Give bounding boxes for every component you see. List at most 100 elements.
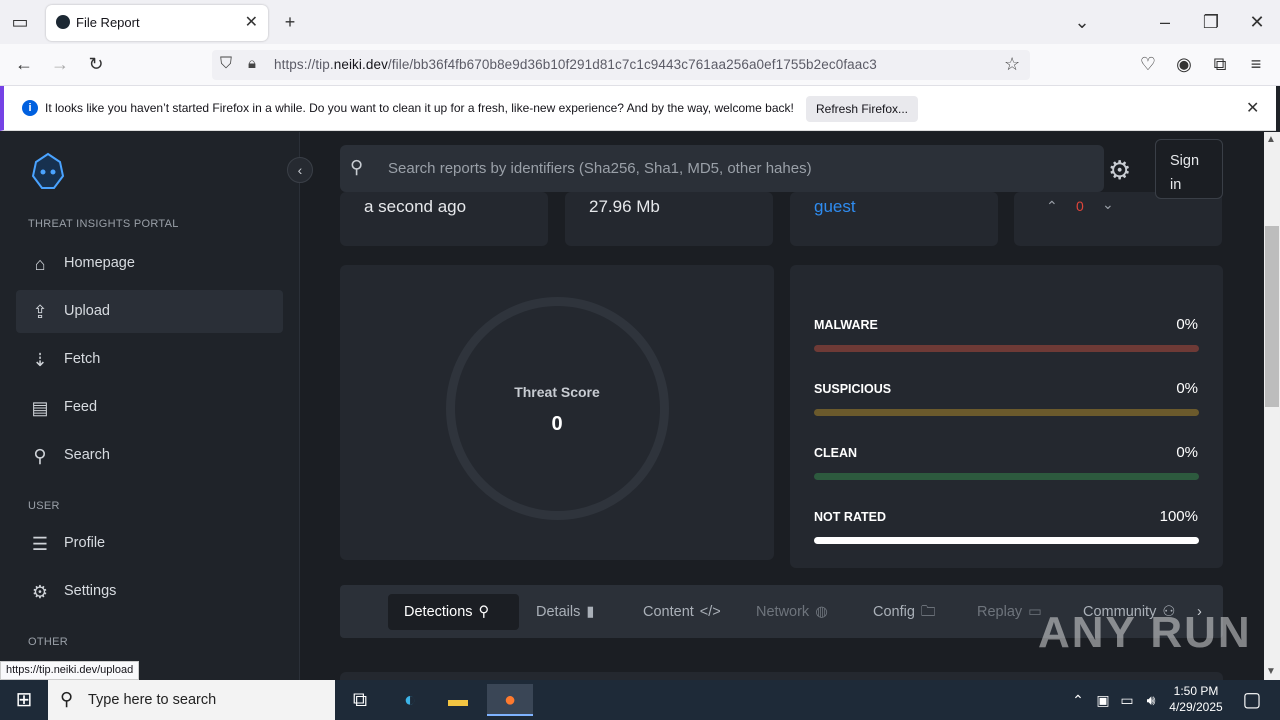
browser-tab[interactable]: File Report ✕ bbox=[46, 5, 268, 41]
scrollbar-thumb[interactable] bbox=[1265, 226, 1279, 407]
shield-icon[interactable]: ⛉ bbox=[220, 55, 232, 73]
code-icon: </> bbox=[699, 604, 721, 620]
network-icon[interactable]: ▭ bbox=[1116, 684, 1138, 716]
pocket-icon[interactable]: ♡ bbox=[1134, 50, 1162, 78]
reload-icon[interactable]: ↻ bbox=[82, 50, 110, 78]
url-text[interactable]: https://tip.neiki.dev/file/bb36f4fb670b8… bbox=[274, 57, 877, 72]
threat-score-label: Threat Score bbox=[514, 384, 600, 400]
bookmark-star-icon[interactable]: ☆ bbox=[1004, 54, 1020, 75]
restore-icon[interactable]: ❐ bbox=[1197, 8, 1225, 36]
sidebar-item-upload[interactable]: ⇪ Upload bbox=[16, 290, 283, 333]
collapse-sidebar-button[interactable]: ‹ bbox=[287, 157, 313, 183]
profile-icon: ☰ bbox=[31, 534, 49, 554]
section-portal: THREAT INSIGHTS PORTAL bbox=[28, 218, 179, 230]
show-hidden-icons-icon[interactable]: ⌃ bbox=[1066, 684, 1090, 716]
tab-replay[interactable]: Replay ▭ bbox=[977, 594, 1042, 630]
account-icon[interactable]: ◉ bbox=[1170, 50, 1198, 78]
sidebar-item-feed[interactable]: ▤ Feed bbox=[16, 386, 283, 429]
sidebar-item-fetch[interactable]: ⇣ Fetch bbox=[16, 338, 283, 381]
stat-bar-malware bbox=[814, 345, 1199, 352]
threat-score-ring bbox=[446, 297, 669, 520]
sidebar-item-homepage[interactable]: ⌂ Homepage bbox=[16, 242, 283, 285]
taskbar-clock[interactable]: 1:50 PM 4/29/2025 bbox=[1160, 683, 1232, 715]
portal-logo[interactable] bbox=[30, 152, 66, 190]
refresh-firefox-button[interactable]: Refresh Firefox... bbox=[806, 96, 918, 122]
sidebar-item-label: Upload bbox=[64, 303, 110, 319]
uploader-link[interactable]: guest bbox=[814, 197, 856, 217]
status-url: https://tip.neiki.dev/upload bbox=[0, 661, 140, 680]
sidebar-item-label: Homepage bbox=[64, 255, 135, 271]
gear-icon: ⚙ bbox=[31, 582, 49, 602]
sidebar-item-settings[interactable]: ⚙ Settings bbox=[16, 570, 283, 613]
search-placeholder: Search reports by identifiers (Sha256, S… bbox=[388, 160, 812, 177]
sign-in-button[interactable]: Sign in bbox=[1155, 139, 1223, 199]
site-favicon-icon bbox=[56, 15, 70, 29]
home-icon: ⌂ bbox=[34, 254, 46, 274]
sidebar-item-label: Feed bbox=[64, 399, 98, 415]
globe-icon: ◍ bbox=[815, 604, 828, 620]
sidebar-item-profile[interactable]: ☰ Profile bbox=[16, 522, 283, 565]
tab-content[interactable]: Content </> bbox=[643, 594, 721, 630]
stat-pct-not-rated: 100% bbox=[1159, 508, 1198, 525]
lock-icon[interactable]: 🔒︎ bbox=[248, 55, 256, 72]
upload-icon: ⇪ bbox=[32, 302, 48, 322]
minimize-icon[interactable]: – bbox=[1151, 8, 1179, 36]
sidebar: THREAT INSIGHTS PORTAL ⌂ Homepage ⇪ Uplo… bbox=[0, 132, 300, 680]
stat-pct-clean: 0% bbox=[1176, 444, 1198, 461]
stat-pct-suspicious: 0% bbox=[1176, 380, 1198, 397]
firefox-icon[interactable]: ● bbox=[487, 684, 533, 716]
search-icon: ⚲ bbox=[33, 446, 47, 466]
file-explorer-icon[interactable]: ▬ bbox=[438, 684, 478, 716]
tab-config[interactable]: Config 🗀︎ bbox=[873, 594, 935, 630]
chevron-up-icon[interactable]: ⌃ bbox=[1046, 198, 1058, 215]
file-icon: ▮ bbox=[586, 604, 595, 620]
stat-bar-clean bbox=[814, 473, 1199, 480]
tab-details[interactable]: Details ▮ bbox=[536, 594, 594, 630]
watermark-logo: ANY RUN bbox=[1038, 608, 1252, 657]
windows-start-icon[interactable]: ⊞ bbox=[0, 680, 48, 720]
extensions-icon[interactable]: ⧉ bbox=[1206, 50, 1234, 78]
sidebar-item-search[interactable]: ⚲ Search bbox=[16, 434, 283, 477]
folder-gear-icon: 🗀︎ bbox=[920, 604, 936, 620]
stat-label-not-rated: NOT RATED bbox=[814, 510, 886, 524]
notification-message: It looks like you haven’t started Firefo… bbox=[45, 101, 794, 115]
tab-list-icon[interactable]: ▭ bbox=[6, 8, 34, 36]
tab-title: File Report bbox=[76, 15, 140, 30]
feed-icon: ▤ bbox=[31, 398, 49, 418]
search-input[interactable]: ⚲ Search reports by identifiers (Sha256,… bbox=[340, 145, 1104, 192]
chevron-down-icon[interactable]: ⌄ bbox=[1068, 8, 1096, 36]
stat-label-suspicious: SUSPICIOUS bbox=[814, 382, 892, 396]
edge-icon[interactable]: ◐ bbox=[390, 684, 430, 716]
task-view-icon[interactable]: ⧉ bbox=[340, 684, 380, 716]
close-tab-icon[interactable]: ✕ bbox=[245, 12, 258, 32]
close-window-icon[interactable]: ✕ bbox=[1243, 8, 1271, 36]
new-tab-icon[interactable]: + bbox=[276, 8, 304, 36]
settings-gear-icon[interactable]: ⚙ bbox=[1108, 155, 1131, 186]
device-icon[interactable]: ▣ bbox=[1092, 684, 1114, 716]
chevron-down-vote-icon[interactable]: ⌄ bbox=[1102, 196, 1114, 213]
tab-detections[interactable]: Detections ⚲ bbox=[388, 594, 519, 630]
scroll-down-icon[interactable]: ▼ bbox=[1266, 666, 1276, 677]
section-other: OTHER bbox=[28, 636, 68, 648]
stat-bar-suspicious bbox=[814, 409, 1199, 416]
scroll-up-icon[interactable]: ▲ bbox=[1266, 134, 1276, 145]
taskbar-search-input[interactable]: ⚲ Type here to search bbox=[48, 680, 335, 720]
back-icon[interactable]: ← bbox=[10, 50, 38, 78]
address-bar[interactable]: ⛉ 🔒︎ https://tip.neiki.dev/file/bb36f4fb… bbox=[212, 50, 1030, 80]
notifications-icon[interactable]: ▢ bbox=[1232, 684, 1272, 716]
menu-icon[interactable]: ≡ bbox=[1242, 50, 1270, 78]
info-icon: i bbox=[22, 100, 38, 116]
taskbar-search-placeholder: Type here to search bbox=[88, 692, 217, 708]
sidebar-item-label: Fetch bbox=[64, 351, 101, 367]
stat-bar-not-rated bbox=[814, 537, 1199, 544]
close-notification-icon[interactable]: ✕ bbox=[1246, 98, 1259, 118]
volume-icon[interactable]: 🔊︎ bbox=[1140, 684, 1162, 716]
vote-count: 0 bbox=[1076, 198, 1084, 214]
forward-icon[interactable]: → bbox=[46, 50, 74, 78]
search-icon: ⚲ bbox=[60, 689, 74, 709]
tab-network[interactable]: Network ◍ bbox=[756, 594, 828, 630]
search-icon: ⚲ bbox=[478, 604, 490, 620]
firefox-notification: i It looks like you haven’t started Fire… bbox=[0, 86, 1276, 131]
stat-label-malware: MALWARE bbox=[814, 318, 878, 332]
sidebar-item-label: Search bbox=[64, 447, 110, 463]
